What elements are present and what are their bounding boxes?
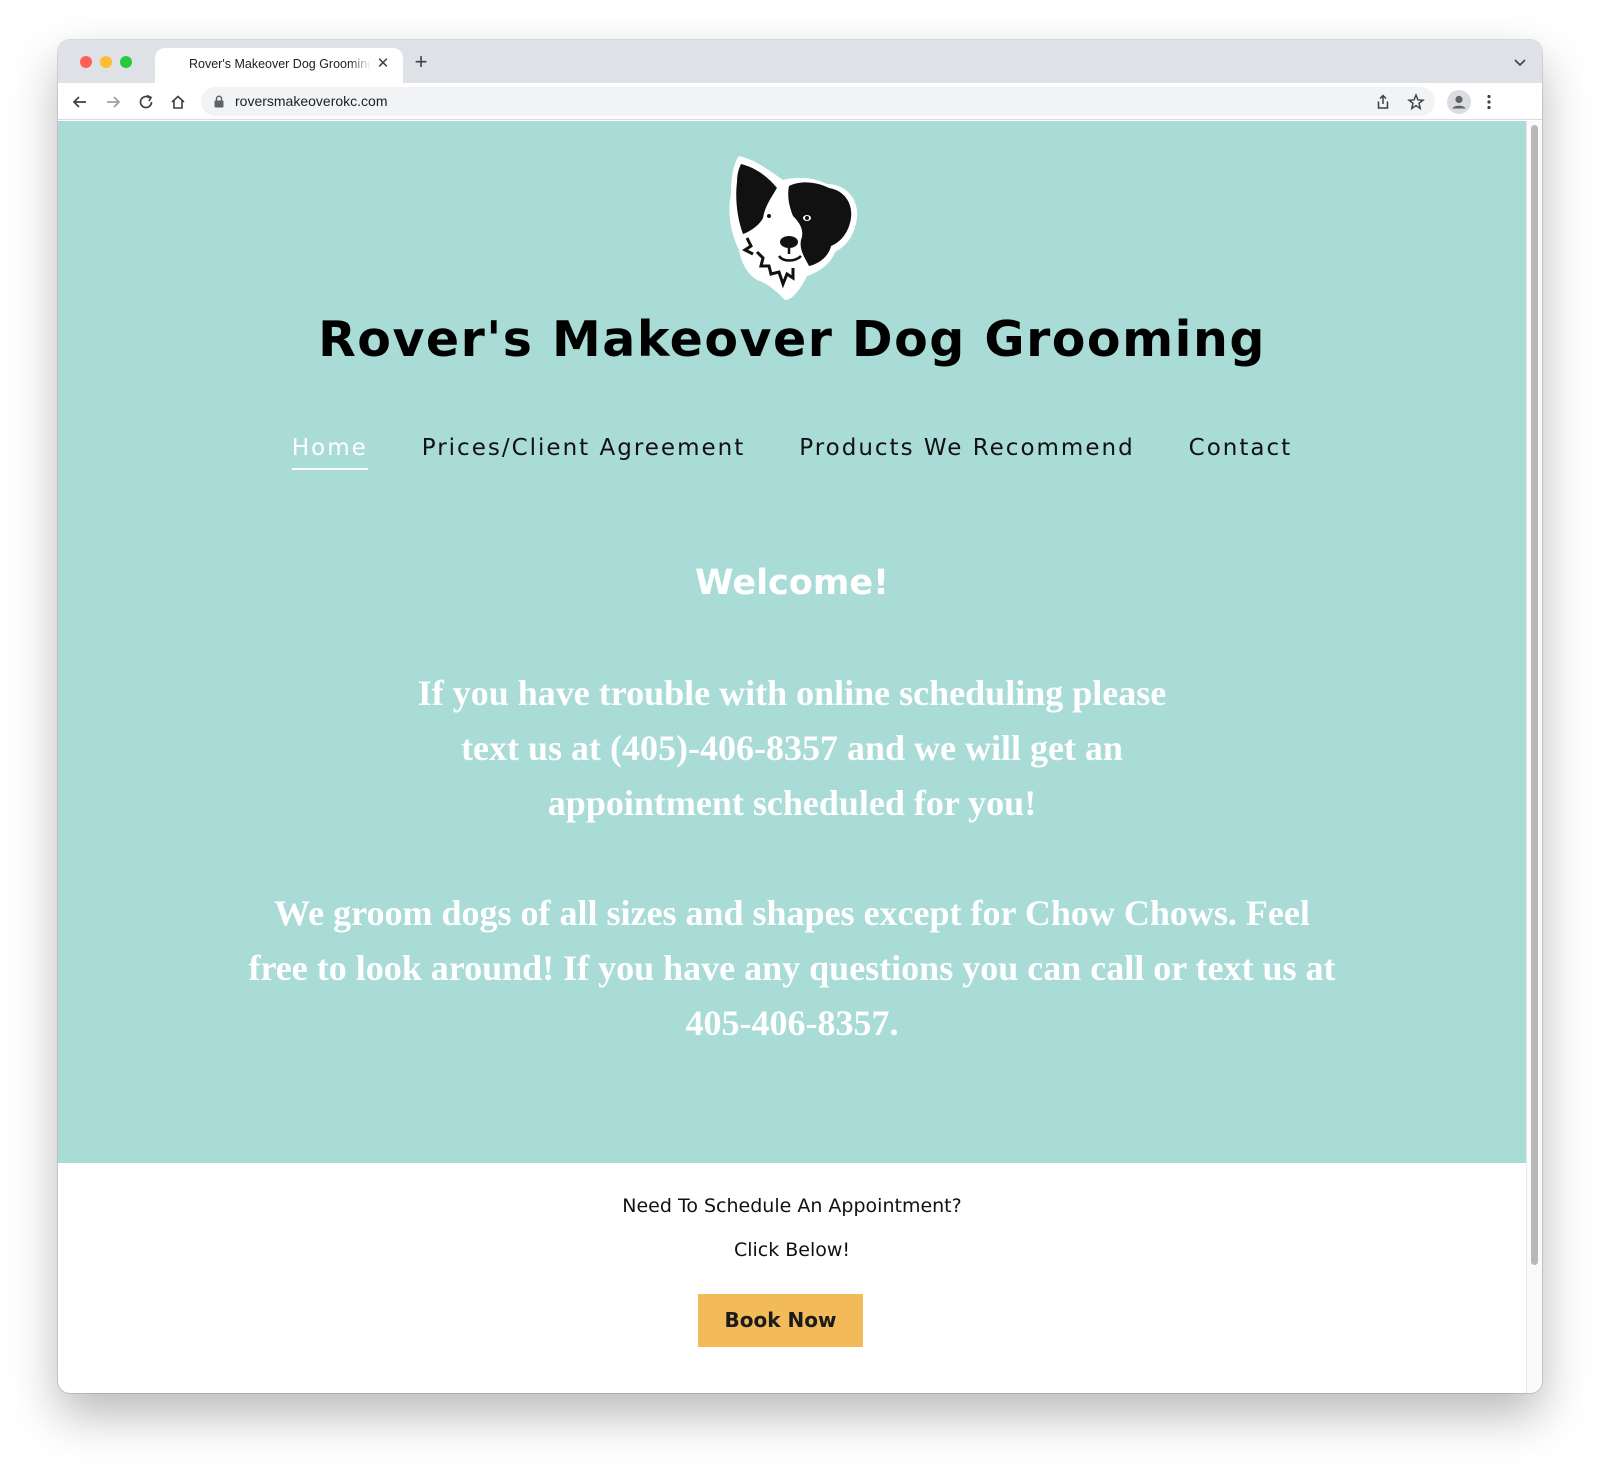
profile-avatar[interactable] <box>1447 90 1471 114</box>
nav-item-contact[interactable]: Contact <box>1189 435 1292 470</box>
maximize-window-button[interactable] <box>120 56 132 68</box>
address-bar[interactable]: roversmakeoverokc.com <box>201 87 1435 116</box>
main-nav: Home Prices/Client Agreement Products We… <box>58 435 1526 470</box>
home-icon[interactable] <box>169 93 187 111</box>
grooming-info-text: We groom dogs of all sizes and shapes ex… <box>248 893 1336 1043</box>
lock-icon <box>214 95 224 108</box>
appointment-question: Need To Schedule An Appointment? <box>622 1195 962 1217</box>
dog-logo-icon[interactable] <box>727 154 859 302</box>
page-viewport: Rover's Makeover Dog Grooming Home Price… <box>58 121 1526 1393</box>
page-scrollbar[interactable] <box>1526 121 1542 1393</box>
new-tab-button[interactable]: + <box>410 51 432 73</box>
tab-close-icon[interactable]: ✕ <box>375 56 391 72</box>
hero-section: Rover's Makeover Dog Grooming Home Price… <box>58 121 1526 1163</box>
browser-toolbar: roversmakeoverokc.com <box>58 83 1542 120</box>
book-now-button[interactable]: Book Now <box>698 1294 863 1347</box>
bookmark-star-icon[interactable] <box>1407 93 1425 111</box>
chevron-down-icon[interactable] <box>1512 54 1528 70</box>
nav-item-home[interactable]: Home <box>291 435 368 470</box>
share-icon[interactable] <box>1374 93 1392 111</box>
welcome-heading: Welcome! <box>694 563 890 603</box>
minimize-window-button[interactable] <box>100 56 112 68</box>
url-text: roversmakeoverokc.com <box>235 93 388 109</box>
scheduling-help-text: If you have trouble with online scheduli… <box>417 673 1167 823</box>
close-window-button[interactable] <box>80 56 92 68</box>
tab-strip: Rover's Makeover Dog Grooming ✕ + <box>58 40 1542 83</box>
site-title: Rover's Makeover Dog Grooming <box>318 311 1266 368</box>
click-below-text: Click Below! <box>733 1239 851 1261</box>
back-arrow-icon[interactable] <box>71 93 89 111</box>
nav-item-products-we-recommend[interactable]: Products We Recommend <box>799 435 1134 470</box>
browser-tab[interactable]: Rover's Makeover Dog Grooming ✕ <box>155 48 403 83</box>
browser-window: Rover's Makeover Dog Grooming ✕ + rovers <box>58 40 1542 1393</box>
more-options-icon[interactable] <box>1480 93 1498 111</box>
forward-arrow-icon[interactable] <box>104 93 122 111</box>
nav-item-prices-client-agreement[interactable]: Prices/Client Agreement <box>422 435 745 470</box>
tab-title: Rover's Makeover Dog Grooming <box>189 57 371 71</box>
reload-icon[interactable] <box>137 93 155 111</box>
person-icon <box>1452 95 1466 109</box>
scrollbar-thumb[interactable] <box>1531 125 1538 1265</box>
